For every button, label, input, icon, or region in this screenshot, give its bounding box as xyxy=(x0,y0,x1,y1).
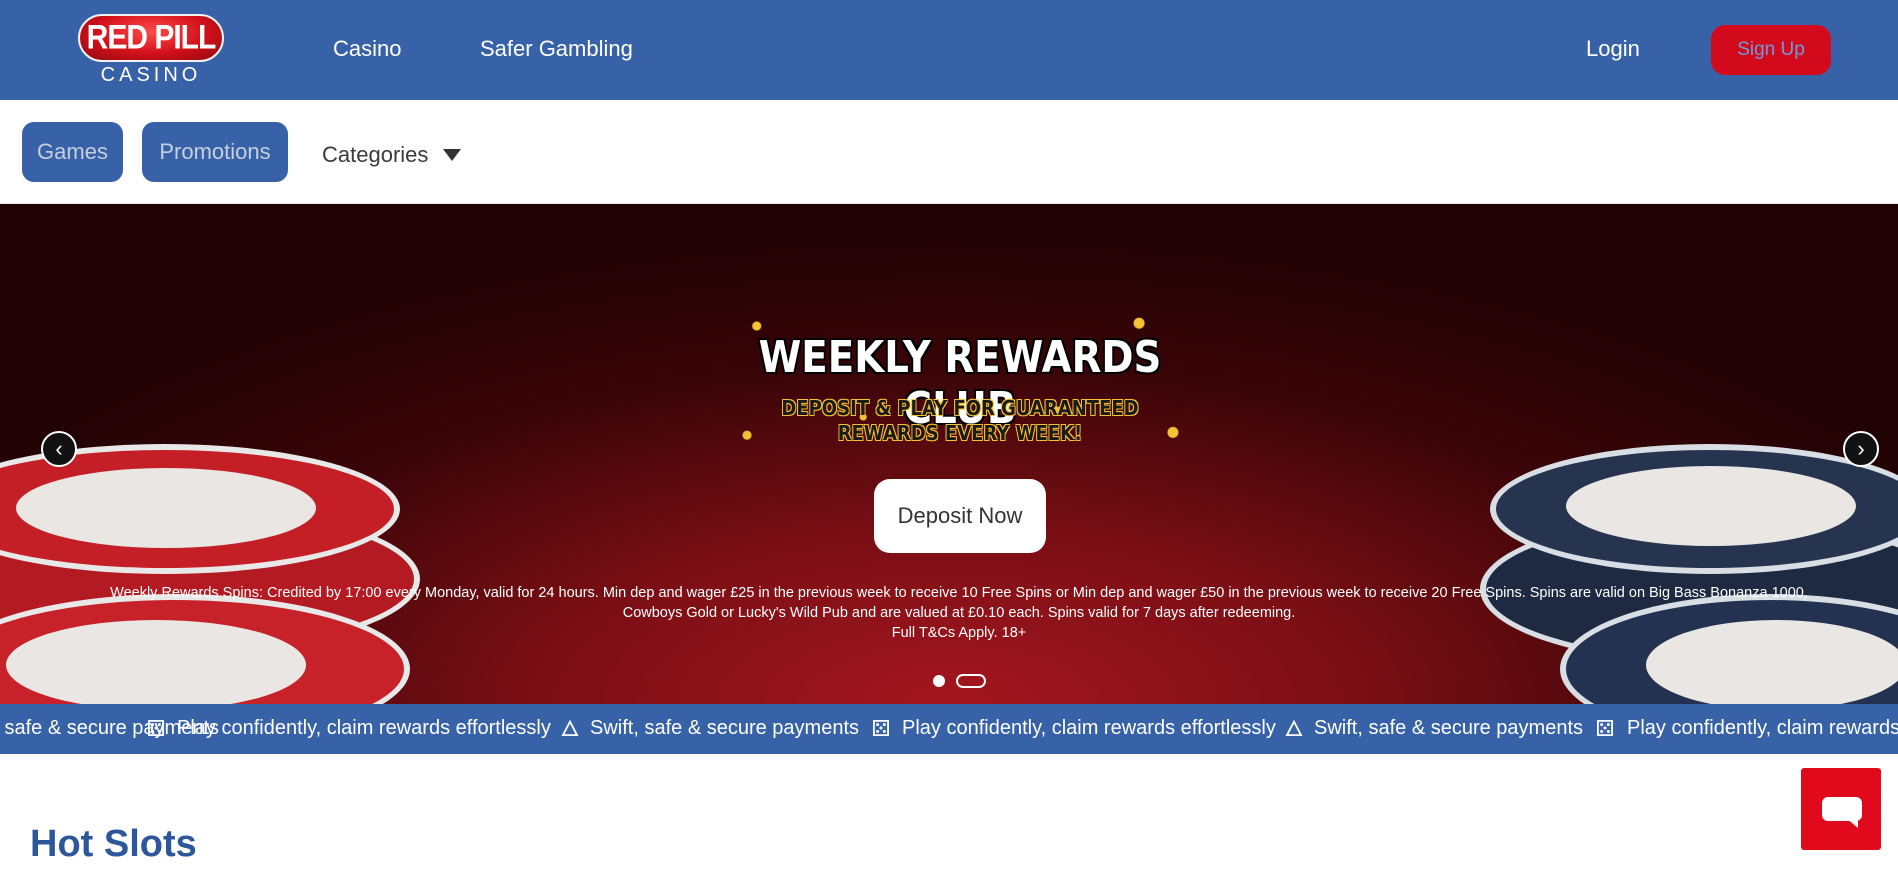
categories-dropdown[interactable]: Categories xyxy=(322,142,428,168)
chat-bubble-tail xyxy=(1846,818,1858,828)
hot-slots-heading: Hot Slots xyxy=(30,823,197,865)
red-pill-casino-logo[interactable]: RED PILL CASINO xyxy=(78,14,224,88)
carousel-dot-1[interactable] xyxy=(933,675,945,687)
ticker-text: Play confidently, claim rewards effortle… xyxy=(177,717,551,739)
ticker-text: Play confidently, claim rewards effortle… xyxy=(1627,717,1898,739)
promo-terms: Weekly Rewards Spins: Credited by 17:00 … xyxy=(90,583,1828,643)
flame-icon: 🜂 xyxy=(1284,716,1304,741)
signup-button[interactable]: Sign Up xyxy=(1711,25,1831,75)
nav-casino[interactable]: Casino xyxy=(333,36,401,62)
login-link[interactable]: Login xyxy=(1586,36,1640,62)
games-button[interactable]: Games xyxy=(22,122,123,182)
dice-icon: ⚄ xyxy=(871,716,891,741)
terms-line: Weekly Rewards Spins: Credited by 17:00 … xyxy=(110,585,1808,601)
ticker-text: Swift, safe & secure payments xyxy=(590,717,860,739)
carousel-prev-arrow-icon[interactable]: ‹ xyxy=(41,431,77,467)
promo-subtitle: DEPOSIT & PLAY FOR GUARANTEED REWARDS EV… xyxy=(742,396,1178,446)
deposit-now-button[interactable]: Deposit Now xyxy=(874,479,1046,553)
carousel-dot-2-active[interactable] xyxy=(956,674,986,688)
terms-line: Cowboys Gold or Lucky's Wild Pub and are… xyxy=(622,605,1296,621)
logo-text: RED PILL xyxy=(86,18,217,57)
flame-icon: 🜂 xyxy=(560,716,580,741)
dice-icon: ⚄ xyxy=(146,716,166,741)
weekly-rewards-promo-graphic: WEEKLY REWARDS CLUB DEPOSIT & PLAY FOR G… xyxy=(718,312,1202,452)
promo-subtitle-line1: DEPOSIT & PLAY FOR GUARANTEED xyxy=(781,396,1139,420)
promotions-button[interactable]: Promotions xyxy=(142,122,288,182)
live-chat-button[interactable] xyxy=(1801,768,1881,850)
promo-subtitle-line2: REWARDS EVERY WEEK! xyxy=(837,421,1083,445)
nav-safer-gambling[interactable]: Safer Gambling xyxy=(480,36,633,62)
logo-subtext: CASINO xyxy=(100,64,202,86)
caret-down-icon[interactable] xyxy=(443,149,461,161)
features-ticker: Swift, safe & secure payments ⚄ Play con… xyxy=(0,704,1898,754)
category-nav: Games Promotions Categories xyxy=(0,100,1898,204)
ticker-text: Play confidently, claim rewards effortle… xyxy=(902,717,1276,739)
hero-carousel: WEEKLY REWARDS CLUB DEPOSIT & PLAY FOR G… xyxy=(0,204,1898,704)
top-header: RED PILL CASINO Casino Safer Gambling Lo… xyxy=(0,0,1898,100)
carousel-next-arrow-icon[interactable]: › xyxy=(1843,431,1879,467)
terms-line: Full T&Cs Apply. 18+ xyxy=(891,625,1027,641)
ticker-text: Swift, safe & secure payments xyxy=(1314,717,1584,739)
dice-icon: ⚄ xyxy=(1595,716,1615,741)
